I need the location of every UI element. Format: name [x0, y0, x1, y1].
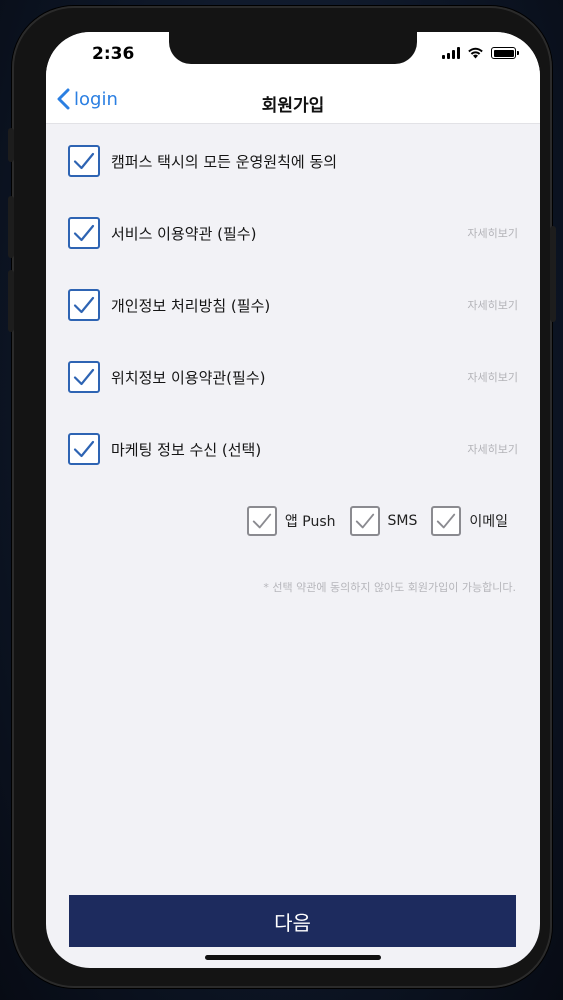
privacy-policy-detail-link[interactable]: 자세히보기 [467, 297, 518, 313]
marketing-checkbox[interactable] [68, 433, 100, 465]
channel-email-option[interactable]: 이메일 [431, 506, 508, 536]
channel-sms-option[interactable]: SMS [349, 506, 418, 536]
privacy-policy-checkbox[interactable] [68, 289, 100, 321]
checkmark-icon [73, 152, 95, 170]
optional-terms-notice: * 선택 약관에 동의하지 않아도 회원가입이 가능합니다. [263, 581, 516, 594]
agreement-label: 마케팅 정보 수신 (선택) [111, 440, 262, 459]
agreement-row-service-terms[interactable]: 서비스 이용약관 (필수) 자세히보기 [68, 216, 518, 250]
phone-frame: 2:36 login 회원가입 캠퍼스 택시의 모든 운영원칙에 동의 서비스 … [8, 6, 556, 988]
agreement-label: 개인정보 처리방침 (필수) [111, 296, 271, 315]
page-title: 회원가입 [261, 96, 325, 116]
next-button[interactable]: 다음 [69, 895, 516, 947]
email-checkbox[interactable] [431, 506, 462, 536]
channel-label: 이메일 [469, 514, 508, 530]
agreement-row-all[interactable]: 캠퍼스 택시의 모든 운영원칙에 동의 [68, 144, 518, 178]
location-terms-checkbox[interactable] [68, 361, 100, 393]
mute-switch [8, 128, 14, 162]
navigation-bar: login 회원가입 [46, 80, 540, 124]
location-terms-detail-link[interactable]: 자세히보기 [467, 369, 518, 385]
checkmark-icon [73, 440, 95, 458]
checkmark-icon [252, 513, 272, 529]
notch [169, 32, 417, 64]
agreement-label: 서비스 이용약관 (필수) [111, 224, 257, 243]
checkmark-icon [355, 513, 374, 529]
channel-label: 앱 Push [284, 514, 336, 530]
volume-up-button [8, 196, 14, 258]
agreement-row-marketing[interactable]: 마케팅 정보 수신 (선택) 자세히보기 [68, 432, 518, 466]
service-terms-detail-link[interactable]: 자세히보기 [467, 225, 518, 241]
battery-icon [491, 47, 519, 59]
push-checkbox[interactable] [246, 506, 277, 536]
app-screen: 2:36 login 회원가입 캠퍼스 택시의 모든 운영원칙에 동의 서비스 … [46, 32, 540, 968]
home-indicator [205, 955, 381, 960]
wifi-icon [468, 47, 483, 59]
volume-down-button [8, 270, 14, 332]
status-icons [442, 47, 519, 59]
checkmark-icon [73, 224, 95, 242]
checkmark-icon [73, 296, 95, 314]
checkmark-icon [73, 368, 95, 386]
sms-checkbox[interactable] [349, 506, 380, 536]
channel-label: SMS [387, 513, 418, 529]
channel-push-option[interactable]: 앱 Push [246, 506, 336, 536]
agreement-label: 위치정보 이용약관(필수) [111, 368, 266, 387]
service-terms-checkbox[interactable] [68, 217, 100, 249]
power-button [550, 226, 556, 322]
marketing-detail-link[interactable]: 자세히보기 [467, 441, 518, 457]
agree-all-checkbox[interactable] [68, 145, 100, 177]
status-time: 2:36 [92, 44, 135, 64]
agreement-content: 캠퍼스 택시의 모든 운영원칙에 동의 서비스 이용약관 (필수) 자세히보기 … [46, 124, 540, 968]
agreement-row-location-terms[interactable]: 위치정보 이용약관(필수) 자세히보기 [68, 360, 518, 394]
cellular-signal-icon [442, 47, 460, 59]
agreement-label: 캠퍼스 택시의 모든 운영원칙에 동의 [111, 152, 338, 171]
agreement-row-privacy-policy[interactable]: 개인정보 처리방침 (필수) 자세히보기 [68, 288, 518, 322]
checkmark-icon [437, 513, 456, 529]
marketing-channel-options: 앱 Push SMS 이메일 [233, 506, 508, 536]
